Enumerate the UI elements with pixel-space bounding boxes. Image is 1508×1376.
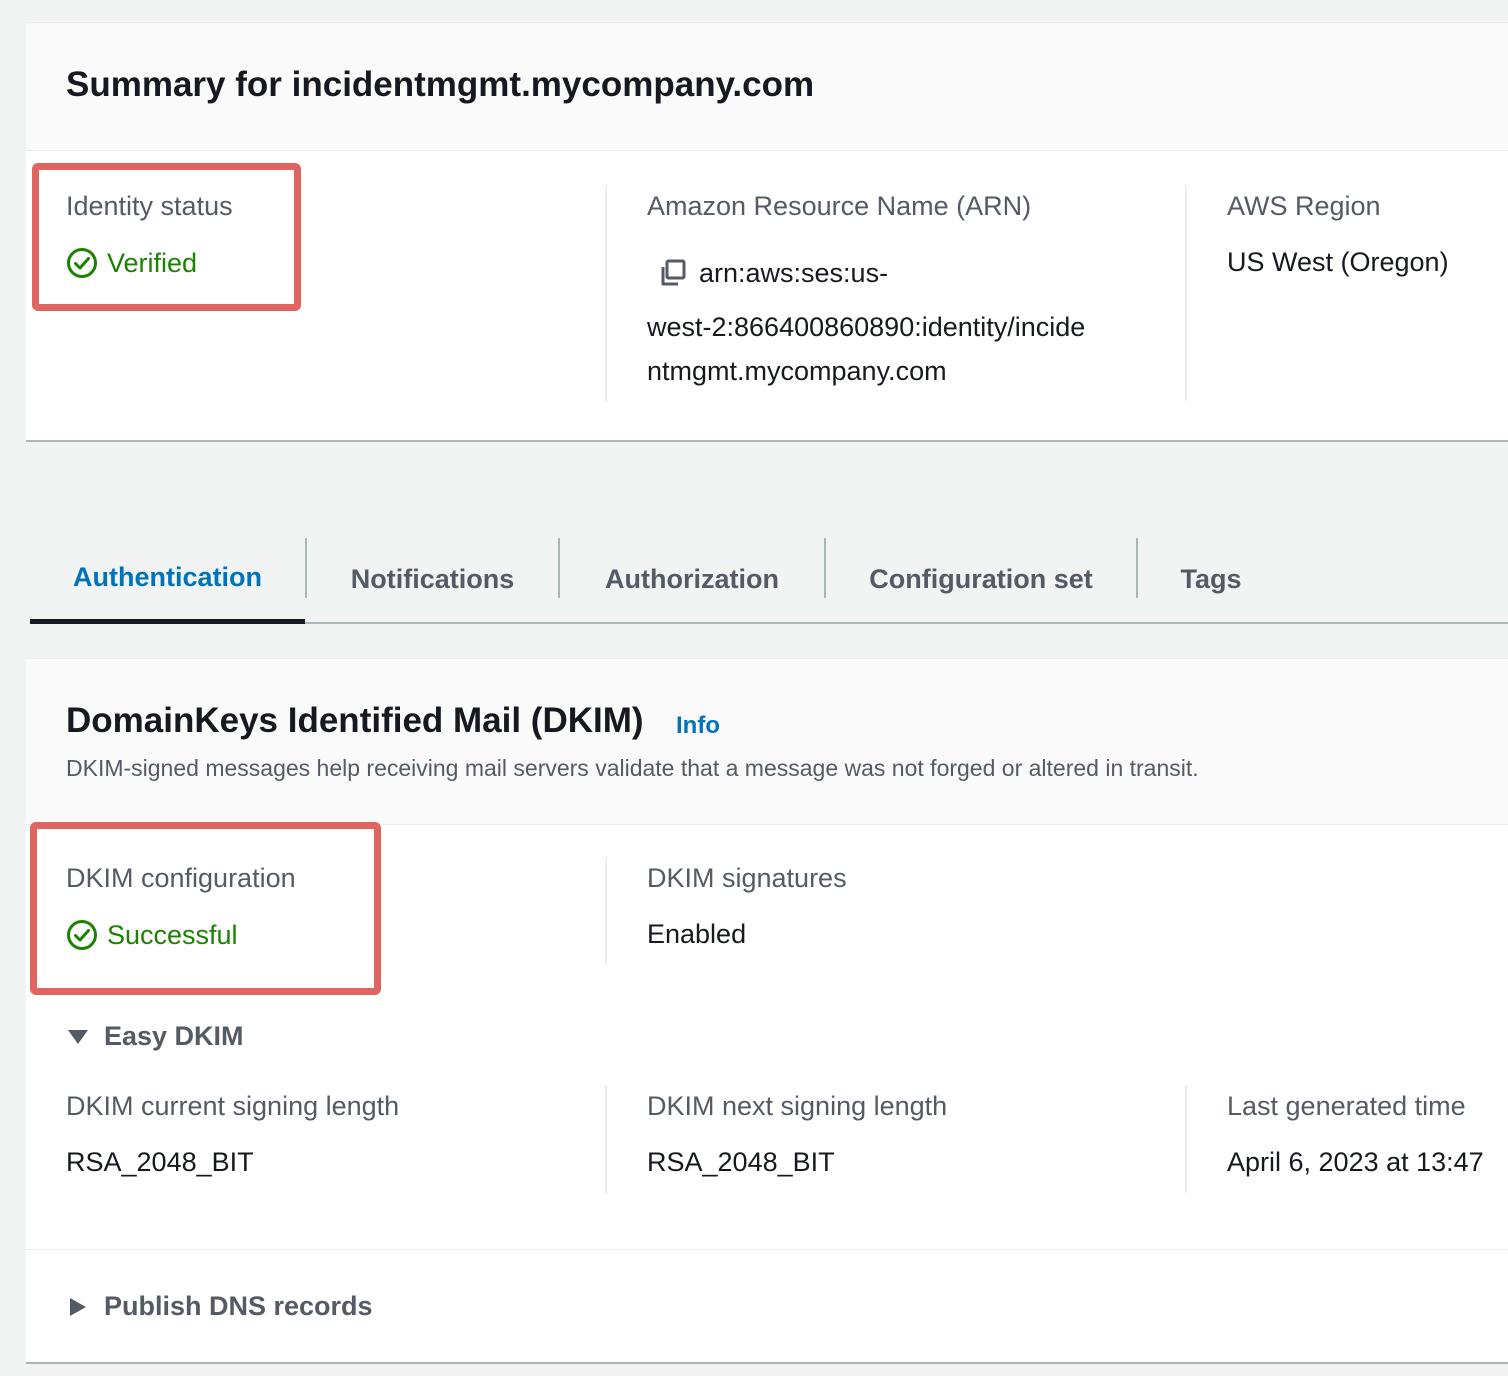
- last-generated-time-label: Last generated time: [1227, 1091, 1466, 1121]
- summary-header: Summary for incidentmgmt.mycompany.com: [26, 23, 1508, 151]
- tab-notifications[interactable]: Notifications: [307, 536, 558, 622]
- detail-tabs: Authentication Notifications Authorizati…: [30, 536, 1508, 624]
- dkim-header: DomainKeys Identified Mail (DKIM) Info D…: [26, 659, 1508, 825]
- publish-dns-records-expander[interactable]: Publish DNS records: [66, 1291, 373, 1322]
- dkim-title: DomainKeys Identified Mail (DKIM): [66, 701, 644, 740]
- arn-value-line-1: arn:aws:ses:us-: [699, 258, 889, 288]
- column-divider: [1185, 185, 1187, 401]
- arn-value-line-3: ntmgmt.mycompany.com: [647, 356, 947, 386]
- caret-right-icon: [70, 1297, 86, 1316]
- arn-value-line-2: west-2:866400860890:identity/incide: [647, 312, 1086, 342]
- summary-panel: Summary for incidentmgmt.mycompany.com I…: [26, 22, 1508, 442]
- aws-region-value: US West (Oregon): [1227, 247, 1449, 277]
- tab-tags[interactable]: Tags: [1138, 536, 1284, 622]
- identity-status-label: Identity status: [66, 191, 233, 221]
- dkim-signatures-value: Enabled: [647, 919, 747, 949]
- aws-region-label: AWS Region: [1227, 191, 1381, 221]
- info-link[interactable]: Info: [676, 712, 720, 740]
- next-signing-length-label: DKIM next signing length: [647, 1091, 948, 1121]
- dkim-configuration-value: Successful: [66, 919, 238, 951]
- easy-dkim-label: Easy DKIM: [104, 1021, 244, 1051]
- current-signing-length-value: RSA_2048_BIT: [66, 1147, 254, 1177]
- tab-authorization[interactable]: Authorization: [560, 536, 824, 622]
- identity-status-text: Verified: [107, 247, 198, 278]
- tab-authentication[interactable]: Authentication: [30, 536, 305, 624]
- caret-down-icon: [68, 1029, 88, 1044]
- check-circle-icon: [67, 248, 97, 278]
- check-circle-icon: [67, 920, 97, 950]
- dkim-configuration-label: DKIM configuration: [66, 863, 296, 893]
- current-signing-length-label: DKIM current signing length: [66, 1091, 400, 1121]
- section-divider: [26, 1249, 1508, 1250]
- dkim-description: DKIM-signed messages help receiving mail…: [66, 755, 1199, 781]
- publish-dns-records-label: Publish DNS records: [104, 1291, 373, 1321]
- tab-configuration-set[interactable]: Configuration set: [826, 536, 1136, 622]
- column-divider: [1185, 1085, 1187, 1193]
- last-generated-time-value: April 6, 2023 at 13:47: [1227, 1147, 1484, 1177]
- easy-dkim-expander[interactable]: Easy DKIM: [66, 1021, 244, 1052]
- arn-label: Amazon Resource Name (ARN): [647, 191, 1032, 221]
- next-signing-length-value: RSA_2048_BIT: [647, 1147, 835, 1177]
- identity-status-value: Verified: [66, 247, 197, 279]
- summary-title: Summary for incidentmgmt.mycompany.com: [66, 65, 815, 104]
- column-divider: [605, 857, 607, 965]
- column-divider: [605, 1085, 607, 1193]
- copy-icon[interactable]: [658, 258, 688, 288]
- dkim-panel: DomainKeys Identified Mail (DKIM) Info D…: [26, 658, 1508, 1364]
- dkim-signatures-label: DKIM signatures: [647, 863, 847, 893]
- column-divider: [605, 185, 607, 401]
- dkim-configuration-text: Successful: [107, 919, 238, 950]
